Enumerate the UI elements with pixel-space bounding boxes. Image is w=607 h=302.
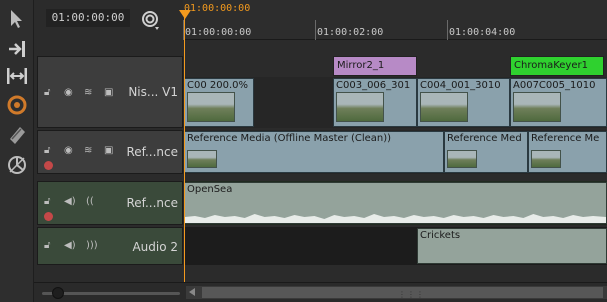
audio-waveform <box>185 214 606 223</box>
tool-palette <box>0 0 34 302</box>
timeline-clip[interactable]: C003_006_301 <box>333 78 417 127</box>
clip-thumbnail <box>187 92 235 122</box>
razor-tool-icon[interactable] <box>4 92 30 118</box>
track-header-v1[interactable]: 🔓︎ ◉ ≋ ▣ Nis... V1 <box>37 56 183 128</box>
clip-label: A007C005_1010 <box>513 80 596 91</box>
lock-icon[interactable]: 🔓︎ <box>44 196 50 207</box>
scrollbar-thumb[interactable]: ⋮⋮⋮ <box>202 287 603 299</box>
record-indicator-icon <box>44 212 53 221</box>
effect-chroma-keyer[interactable]: ChromaKeyer1 <box>510 56 604 76</box>
track-settings-icon[interactable]: ▣ <box>104 87 113 98</box>
clip-label: Reference Media (Offline Master (Clean)) <box>187 133 392 144</box>
ruler-major-tick <box>447 20 448 40</box>
clip-label: C004_001_3010 <box>420 80 501 91</box>
ruler-label: 01:00:04:00 <box>449 27 516 38</box>
layers-icon[interactable]: ≋ <box>84 87 92 98</box>
lock-icon[interactable]: 🔓︎ <box>44 145 50 156</box>
grip-icon: ⋮⋮⋮ <box>398 290 425 299</box>
timeline-clip[interactable]: C004_001_3010 <box>417 78 510 127</box>
layers-icon[interactable]: ≋ <box>84 145 92 156</box>
clip-label: Reference Me <box>531 133 600 144</box>
ruler-label: 01:00:00:00 <box>185 27 252 38</box>
timeline-clip[interactable]: Reference Media (Offline Master (Clean)) <box>184 131 444 173</box>
timeline-clip[interactable]: A007C005_1010 <box>510 78 607 127</box>
zoom-slider-knob[interactable] <box>52 287 64 299</box>
solo-icon[interactable]: ))) <box>86 240 98 251</box>
timeline-window: 01:00:00:00 01:00:00:00 01:00:00:00 01:0… <box>0 0 607 302</box>
track-header-audio-reference[interactable]: 🔓︎ ◀) (( Ref...nce <box>37 181 183 225</box>
track-lane-v1[interactable]: C00 200.0% C003_006_301 C004_001_3010 A0… <box>184 77 607 128</box>
current-time-label: 01:00:00:00 <box>184 3 251 14</box>
ruler-label: 01:00:02:00 <box>317 27 384 38</box>
timeline-clip[interactable]: C00 200.0% <box>184 78 254 127</box>
horizontal-scrollbar[interactable]: ⋮⋮⋮ <box>186 286 607 299</box>
clip-thumbnail <box>336 92 384 122</box>
mute-icon[interactable]: ◀) <box>64 196 76 207</box>
track-name[interactable]: Audio 2 <box>132 240 178 254</box>
clip-thumbnail <box>531 150 561 168</box>
retime-tool-icon[interactable] <box>4 152 30 178</box>
visibility-icon[interactable]: ◉ <box>64 87 73 98</box>
timecode-panel: 01:00:00:00 <box>36 0 182 40</box>
track-name[interactable]: Ref...nce <box>126 196 178 210</box>
effect-label: ChromaKeyer1 <box>514 60 588 71</box>
playhead-handle[interactable] <box>179 10 191 19</box>
mute-icon[interactable]: ◀) <box>64 240 76 251</box>
track-settings-icon[interactable]: ▣ <box>104 145 113 156</box>
track-lane-audio-reference[interactable]: OpenSea <box>184 181 607 225</box>
track-header-reference[interactable]: 🔓︎ ◉ ≋ ▣ Ref...nce <box>37 130 183 174</box>
audio-clip[interactable]: OpenSea <box>184 182 607 224</box>
clip-thumbnail <box>513 92 561 122</box>
clip-label: Reference Med <box>447 133 522 144</box>
timeline-clip[interactable]: Reference Me <box>528 131 607 173</box>
clip-thumbnail <box>420 92 468 122</box>
time-ruler[interactable]: 01:00:00:00 01:00:00:00 01:00:02:00 01:0… <box>183 0 607 40</box>
clip-label: Crickets <box>420 230 461 241</box>
visibility-icon[interactable]: ◉ <box>64 145 73 156</box>
clip-label: C003_006_301 <box>336 80 411 91</box>
multi-tool-icon[interactable] <box>4 122 30 148</box>
track-lane-audio-2[interactable]: Crickets <box>184 227 607 265</box>
timecode-display[interactable]: 01:00:00:00 <box>46 9 130 27</box>
select-tool-icon[interactable] <box>4 6 30 32</box>
clip-label: OpenSea <box>187 184 233 195</box>
lock-icon[interactable]: 🔓︎ <box>44 240 50 251</box>
clip-thumbnail <box>447 150 477 168</box>
track-header-audio-2[interactable]: 🔓︎ ◀) ))) Audio 2 <box>37 227 183 265</box>
effect-mirror[interactable]: Mirror2_1 <box>333 56 417 76</box>
scroll-left-icon[interactable] <box>189 288 195 296</box>
clip-label: C00 200.0% <box>187 80 249 91</box>
timeline-footer: ⋮⋮⋮ <box>34 282 607 302</box>
track-select-tool-icon[interactable] <box>4 36 30 62</box>
snap-toggle-icon[interactable] <box>140 9 162 31</box>
ruler-major-tick <box>315 20 316 40</box>
timeline-clip[interactable]: Reference Med <box>444 131 528 173</box>
solo-icon[interactable]: (( <box>86 196 94 207</box>
slip-tool-icon[interactable] <box>4 63 30 89</box>
record-indicator-icon <box>44 161 53 170</box>
track-name[interactable]: Ref...nce <box>126 145 178 159</box>
audio-clip[interactable]: Crickets <box>417 228 607 264</box>
effect-label: Mirror2_1 <box>337 60 385 71</box>
clip-thumbnail <box>187 150 217 168</box>
playhead-line[interactable] <box>184 10 185 297</box>
track-lane-reference[interactable]: Reference Media (Offline Master (Clean))… <box>184 130 607 174</box>
lock-icon[interactable]: 🔓︎ <box>44 87 50 98</box>
track-name[interactable]: Nis... V1 <box>128 85 178 99</box>
